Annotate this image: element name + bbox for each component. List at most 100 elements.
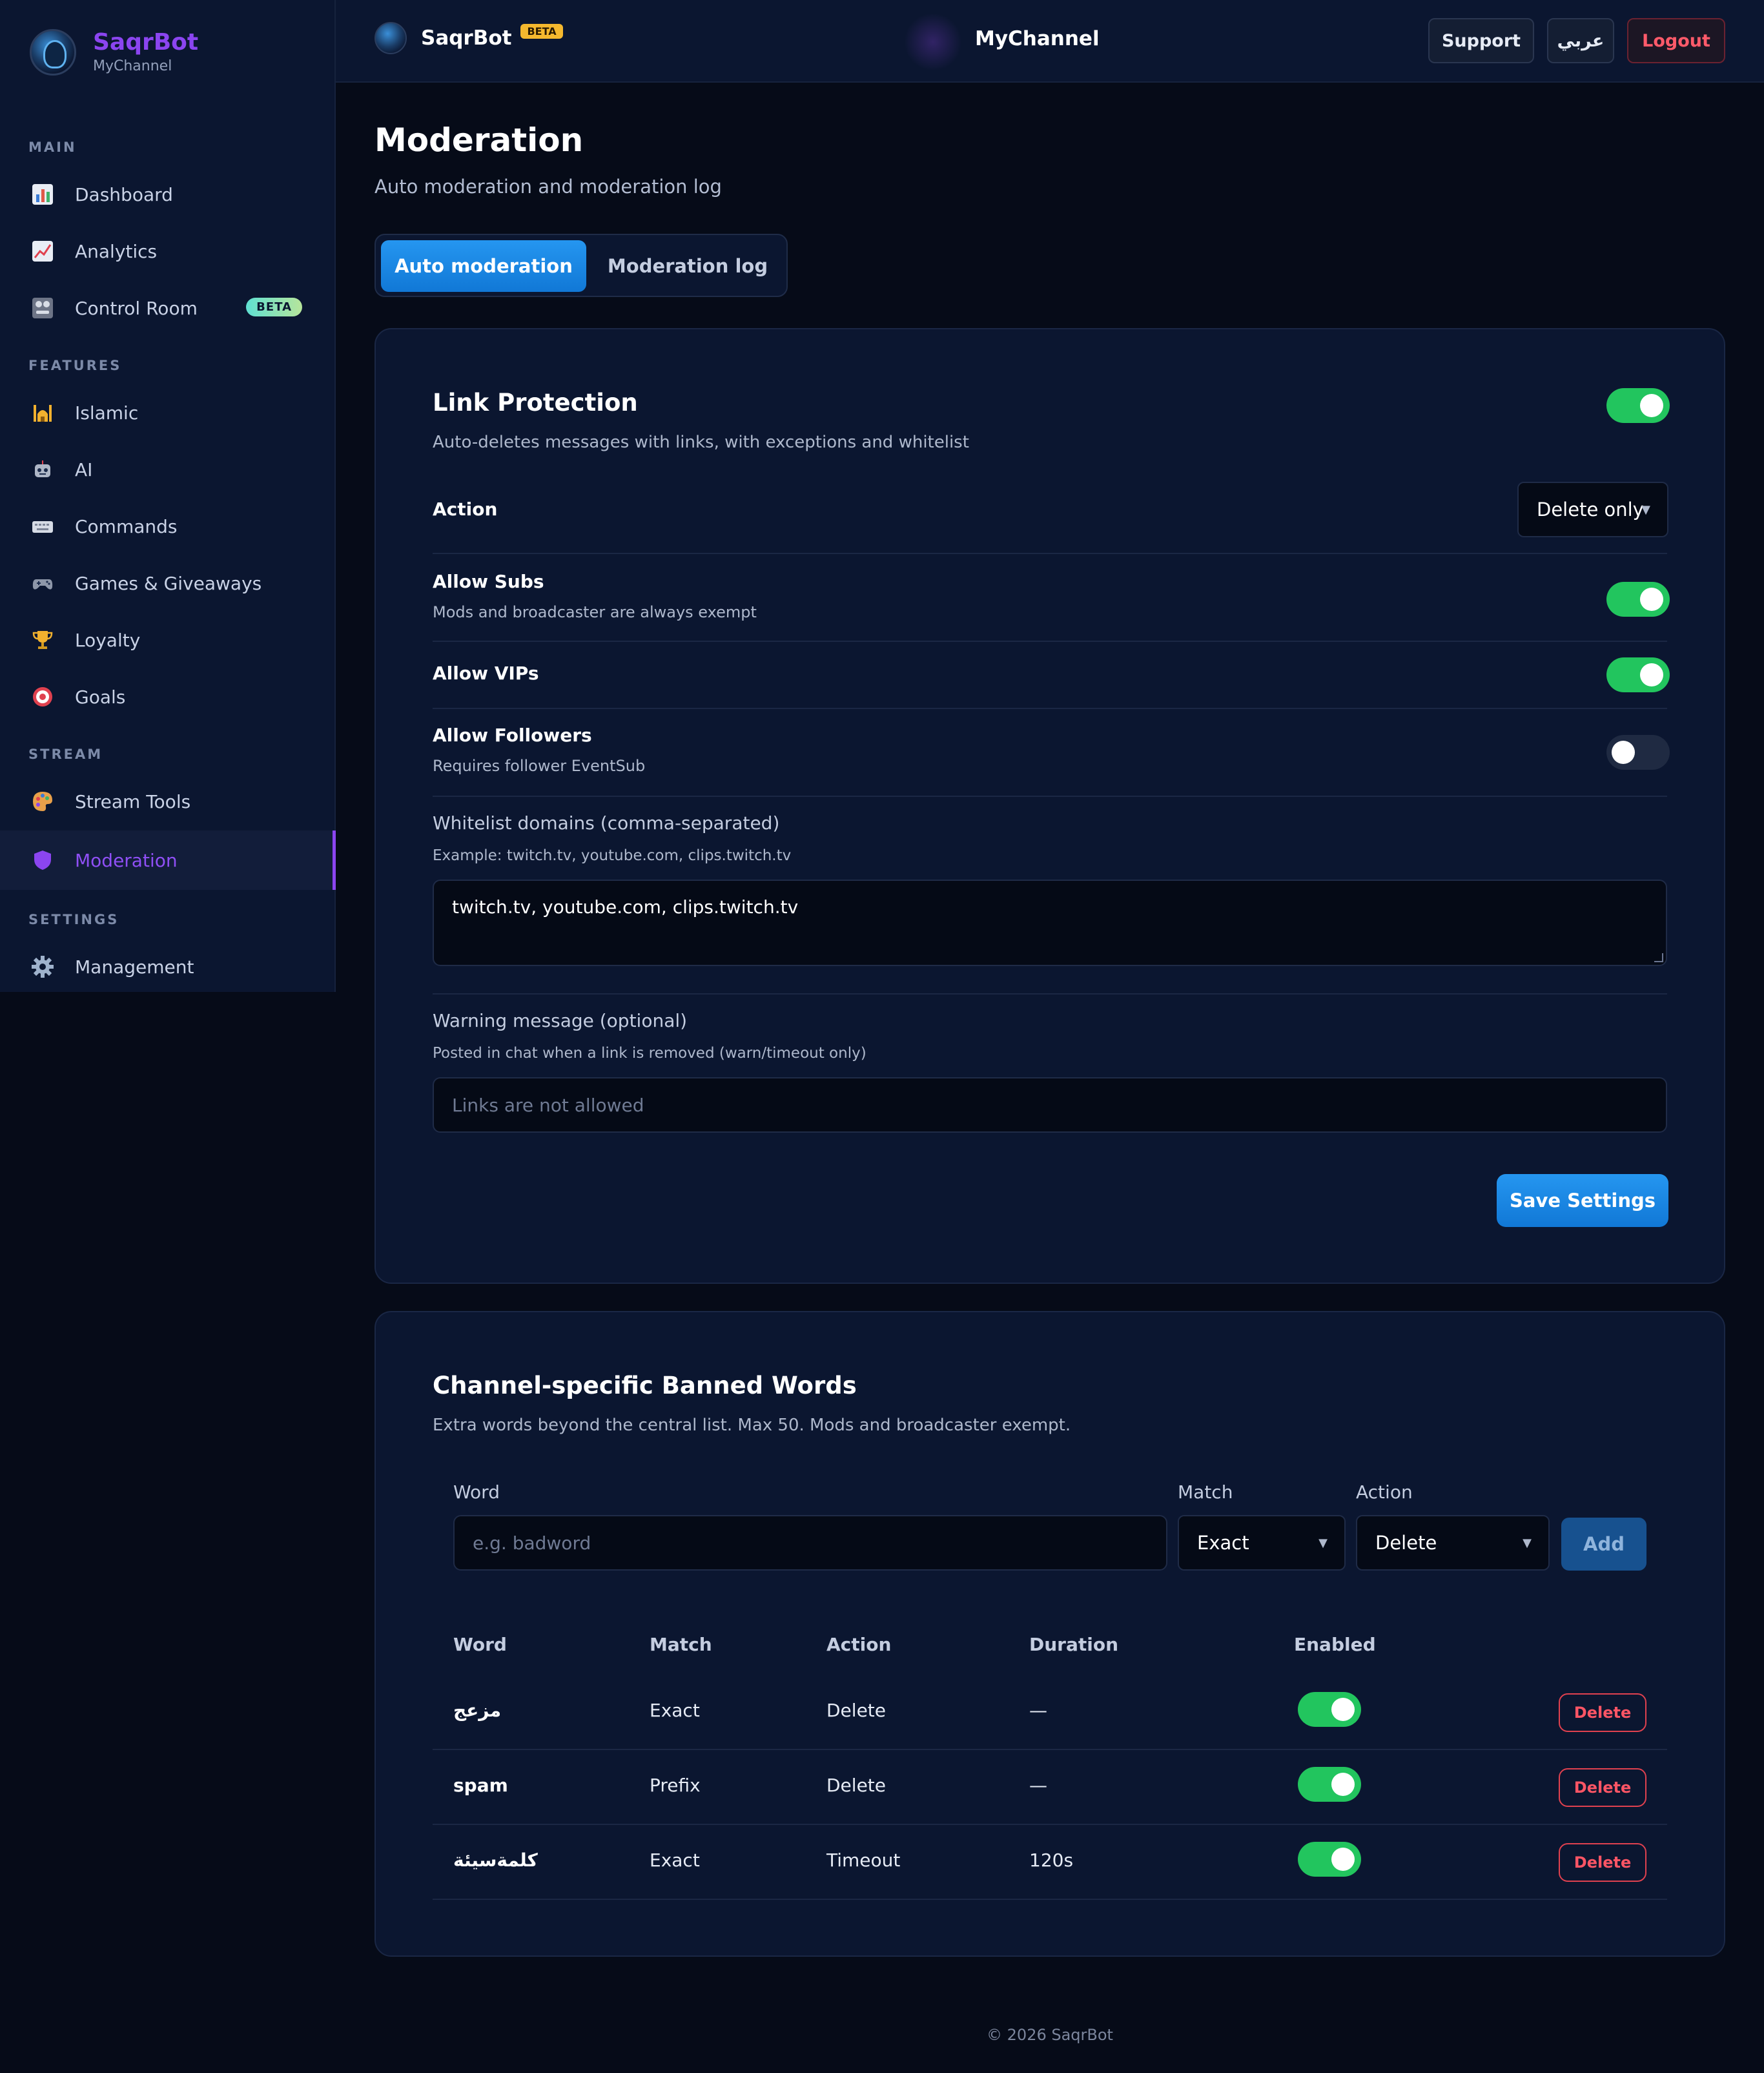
allow-subs-label: Allow Subs: [433, 571, 544, 592]
divider: [433, 1824, 1667, 1825]
duration-cell: —: [1029, 1775, 1047, 1796]
delete-word-button[interactable]: Delete: [1559, 1693, 1646, 1732]
divider: [433, 1749, 1667, 1750]
sidebar-item-label: Islamic: [75, 402, 139, 424]
warning-message-input[interactable]: Links are not allowed: [433, 1077, 1667, 1133]
match-cell: Prefix: [650, 1775, 701, 1796]
falcon-logo-icon: [30, 29, 76, 76]
allow-subs-toggle[interactable]: [1606, 582, 1670, 617]
warning-message-hint: Posted in chat when a link is removed (w…: [433, 1045, 867, 1062]
sidebar-item-moderation[interactable]: Moderation: [0, 830, 336, 890]
bar-chart-icon: [30, 181, 56, 207]
banned-words-title: Channel-specific Banned Words: [433, 1372, 857, 1399]
sidebar-item-dashboard[interactable]: Dashboard: [0, 166, 336, 223]
sidebar-item-label: Stream Tools: [75, 790, 191, 812]
channel-name: MyChannel: [975, 27, 1100, 50]
sidebar-brand[interactable]: SaqrBot MyChannel: [30, 28, 198, 76]
divider: [433, 1899, 1667, 1900]
control-knobs-icon: [30, 295, 56, 321]
sidebar-item-control-room[interactable]: Control Room BETA: [0, 280, 336, 336]
allow-followers-hint: Requires follower EventSub: [433, 757, 646, 775]
whitelist-textarea[interactable]: twitch.tv, youtube.com, clips.twitch.tv: [433, 880, 1667, 966]
topbar-brand-name: SaqrBot: [421, 26, 512, 50]
sidebar-item-label: Moderation: [75, 849, 178, 871]
sidebar-item-label: Commands: [75, 515, 178, 537]
select-value: Exact: [1197, 1532, 1249, 1554]
select-value: Delete: [1375, 1532, 1437, 1554]
link-protection-toggle[interactable]: [1606, 388, 1670, 423]
logout-button[interactable]: Logout: [1627, 18, 1725, 63]
sidebar-item-islamic[interactable]: Islamic: [0, 384, 336, 441]
sidebar-item-management[interactable]: Management: [0, 938, 336, 995]
sidebar-item-label: Control Room: [75, 297, 198, 319]
sidebar-item-label: AI: [75, 459, 93, 480]
divider: [433, 993, 1667, 995]
save-settings-button[interactable]: Save Settings: [1497, 1174, 1668, 1227]
warning-message-label: Warning message (optional): [433, 1010, 688, 1031]
word-enabled-toggle[interactable]: [1298, 1692, 1361, 1727]
divider: [433, 641, 1667, 642]
word-cell: spam: [453, 1775, 508, 1796]
footer-copyright: © 2026 SaqrBot: [987, 2026, 1113, 2044]
allow-followers-label: Allow Followers: [433, 725, 592, 746]
word-field-label: Word: [453, 1481, 500, 1503]
column-header-word: Word: [453, 1634, 507, 1655]
robot-icon: [30, 457, 56, 482]
chevron-down-icon: ▼: [1318, 1536, 1328, 1550]
sidebar-item-label: Loyalty: [75, 629, 141, 651]
word-enabled-toggle[interactable]: [1298, 1767, 1361, 1802]
word-cell: كلمةسيئة: [453, 1850, 538, 1871]
sidebar-item-games[interactable]: Games & Giveaways: [0, 555, 336, 612]
action-select[interactable]: Delete ▼: [1356, 1515, 1550, 1571]
keyboard-icon: [30, 513, 56, 539]
link-protection-description: Auto-deletes messages with links, with e…: [433, 433, 969, 452]
banned-words-card: Channel-specific Banned Words Extra word…: [374, 1311, 1725, 1957]
banned-words-description: Extra words beyond the central list. Max…: [433, 1416, 1071, 1435]
whitelist-label: Whitelist domains (comma-separated): [433, 812, 780, 834]
duration-cell: —: [1029, 1700, 1047, 1721]
mosque-icon: [30, 400, 56, 426]
column-header-match: Match: [650, 1634, 712, 1655]
delete-word-button[interactable]: Delete: [1559, 1768, 1646, 1807]
match-cell: Exact: [650, 1700, 700, 1721]
language-toggle-button[interactable]: عربي: [1547, 18, 1614, 63]
divider: [433, 708, 1667, 709]
link-action-select[interactable]: Delete only ▼: [1517, 482, 1668, 537]
beta-badge: BETA: [246, 298, 302, 316]
word-enabled-toggle[interactable]: [1298, 1842, 1361, 1877]
add-word-button[interactable]: Add: [1561, 1518, 1646, 1571]
sidebar-item-label: Analytics: [75, 240, 158, 262]
allow-vips-toggle[interactable]: [1606, 657, 1670, 692]
support-button[interactable]: Support: [1428, 18, 1534, 63]
beta-badge: BETA: [520, 23, 563, 39]
target-icon: [30, 684, 56, 710]
word-input[interactable]: e.g. badword: [453, 1515, 1167, 1571]
sidebar-item-goals[interactable]: Goals: [0, 668, 336, 725]
trend-chart-icon: [30, 238, 56, 264]
tab-auto-moderation[interactable]: Auto moderation: [381, 240, 586, 292]
allow-followers-toggle[interactable]: [1606, 735, 1670, 770]
brand-channel: MyChannel: [93, 58, 172, 74]
page-subtitle: Auto moderation and moderation log: [374, 176, 722, 198]
action-cell: Timeout: [826, 1850, 901, 1871]
section-label-main: MAIN: [28, 139, 77, 155]
sidebar-item-commands[interactable]: Commands: [0, 498, 336, 555]
column-header-duration: Duration: [1029, 1634, 1119, 1655]
action-cell: Delete: [826, 1775, 886, 1796]
gear-icon: [30, 954, 56, 980]
sidebar-item-stream-tools[interactable]: Stream Tools: [0, 773, 336, 830]
sidebar-item-ai[interactable]: AI: [0, 441, 336, 498]
select-value: Delete only: [1537, 499, 1644, 521]
topbar-brand[interactable]: SaqrBot BETA: [374, 22, 563, 54]
sidebar-item-loyalty[interactable]: Loyalty: [0, 612, 336, 668]
palette-icon: [30, 789, 56, 814]
sidebar-item-analytics[interactable]: Analytics: [0, 223, 336, 280]
match-select[interactable]: Exact ▼: [1178, 1515, 1346, 1571]
delete-word-button[interactable]: Delete: [1559, 1843, 1646, 1882]
divider: [433, 553, 1667, 554]
sidebar-item-label: Games & Giveaways: [75, 572, 262, 594]
brand-name: SaqrBot: [93, 29, 199, 56]
tab-moderation-log[interactable]: Moderation log: [591, 240, 784, 292]
match-field-label: Match: [1178, 1481, 1233, 1503]
chevron-down-icon: ▼: [1523, 1536, 1532, 1550]
